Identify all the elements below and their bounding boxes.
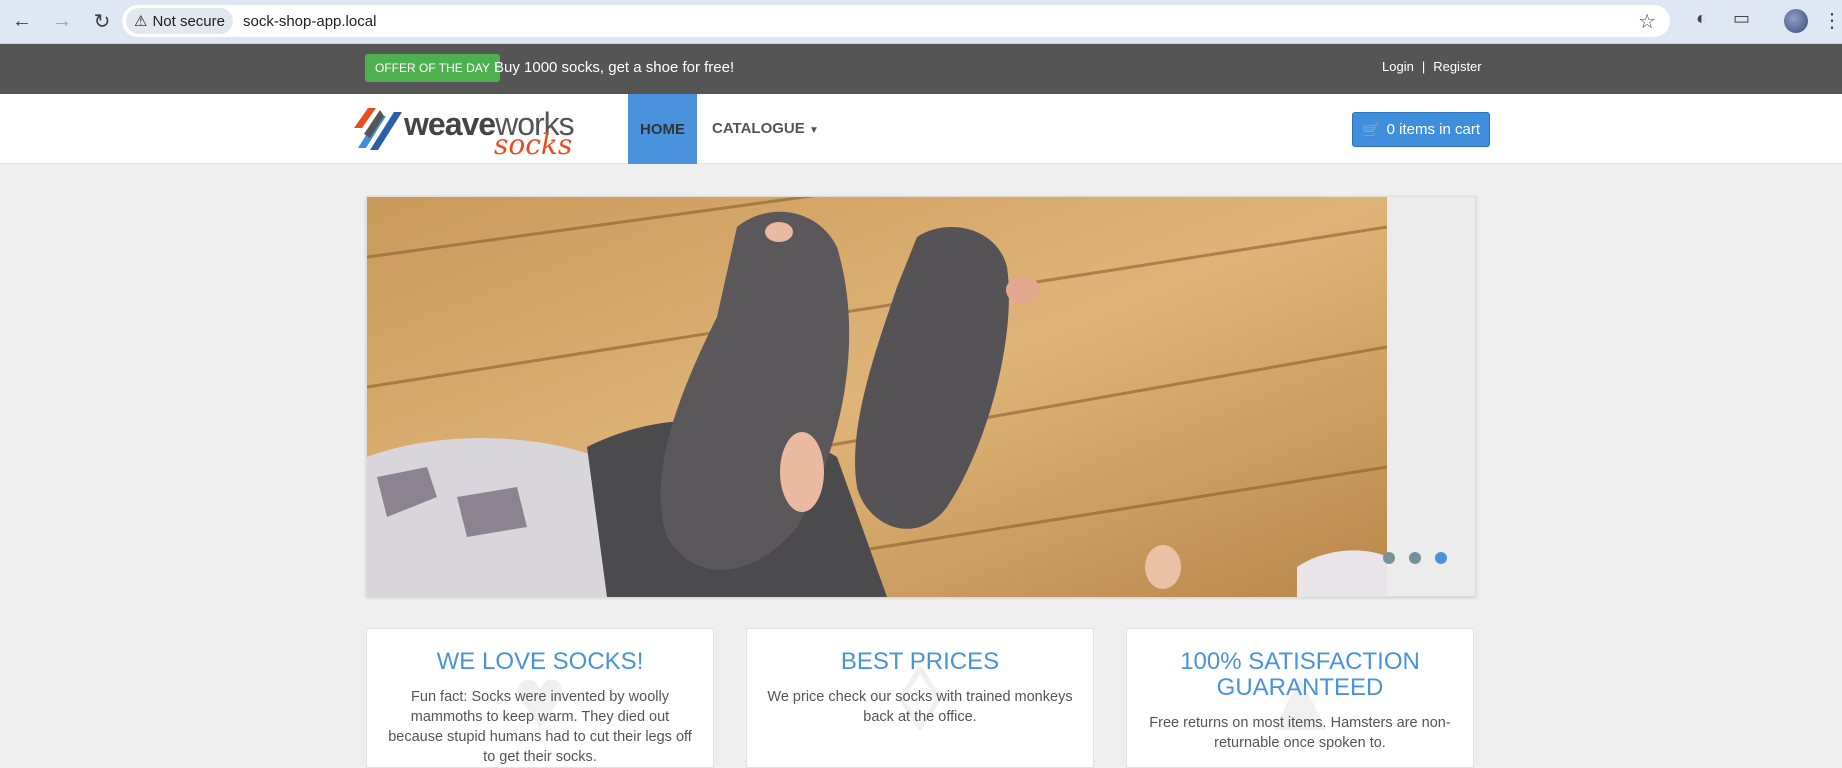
address-bar[interactable]: ⚠ Not secure sock-shop-app.local ☆	[122, 5, 1670, 37]
feature-box-best-prices: ◊ BEST PRICES We price check our socks w…	[746, 628, 1094, 768]
extensions-icon[interactable]: ▭	[1733, 8, 1750, 29]
feature-box-love-socks: ♥ WE LOVE SOCKS! Fun fact: Socks were in…	[366, 628, 714, 768]
nav-catalogue[interactable]: CATALOGUE ▼	[712, 120, 819, 137]
forward-icon[interactable]: →	[44, 4, 80, 40]
feature-title: BEST PRICES	[840, 648, 1000, 675]
register-link[interactable]: Register	[1433, 59, 1481, 74]
carousel-slide-image	[367, 197, 1387, 597]
bookmark-star-icon[interactable]: ☆	[1638, 9, 1656, 34]
feature-text: Fun fact: Socks were invented by woolly …	[388, 689, 692, 765]
cart-icon: 🛒	[1361, 121, 1381, 139]
cart-button[interactable]: 🛒 0 items in cart	[1352, 112, 1490, 147]
carousel-dot-2[interactable]	[1409, 552, 1421, 564]
browser-toolbar: ← → ↻ ⚠ Not secure sock-shop-app.local ☆…	[0, 0, 1842, 44]
logo-socks-text: socks	[494, 128, 573, 161]
url-text[interactable]: sock-shop-app.local	[243, 13, 376, 30]
menu-kebab-icon[interactable]: ⋮	[1822, 8, 1842, 33]
profile-avatar[interactable]	[1784, 9, 1808, 33]
lens-icon[interactable]: ◐	[1696, 8, 1707, 29]
security-label: Not secure	[152, 12, 225, 30]
carousel-indicators	[1383, 552, 1447, 564]
back-icon[interactable]: ←	[4, 4, 40, 40]
feature-box-satisfaction: ▲ 100% SATISFACTION GUARANTEED Free retu…	[1126, 628, 1474, 768]
auth-separator: |	[1421, 59, 1426, 74]
warning-icon: ⚠	[134, 13, 148, 30]
nav-home[interactable]: HOME	[628, 94, 697, 164]
site-logo[interactable]: weaveworks socks	[350, 104, 590, 161]
feature-text: We price check our socks with trained mo…	[767, 689, 1073, 725]
site-header: weaveworks socks HOME CATALOGUE ▼ 🛒 0 it…	[0, 94, 1842, 164]
hero-carousel[interactable]	[366, 196, 1476, 597]
offer-text: Buy 1000 socks, get a shoe for free!	[494, 59, 735, 76]
feature-title: WE LOVE SOCKS!	[436, 648, 644, 675]
weaveworks-logo-icon	[354, 108, 402, 150]
security-chip[interactable]: ⚠ Not secure	[126, 8, 233, 34]
carousel-dot-3[interactable]	[1435, 552, 1447, 564]
auth-links: Login | Register	[1382, 59, 1482, 74]
feature-text: Free returns on most items. Hamsters are…	[1149, 715, 1451, 751]
feature-title: 100% SATISFACTION GUARANTEED	[1180, 648, 1420, 701]
offer-badge[interactable]: OFFER OF THE DAY	[365, 54, 500, 82]
offer-bar: OFFER OF THE DAY Buy 1000 socks, get a s…	[0, 44, 1842, 94]
reload-icon[interactable]: ↻	[84, 4, 120, 40]
carousel-dot-1[interactable]	[1383, 552, 1395, 564]
login-link[interactable]: Login	[1382, 59, 1414, 74]
caret-down-icon: ▼	[808, 125, 819, 136]
